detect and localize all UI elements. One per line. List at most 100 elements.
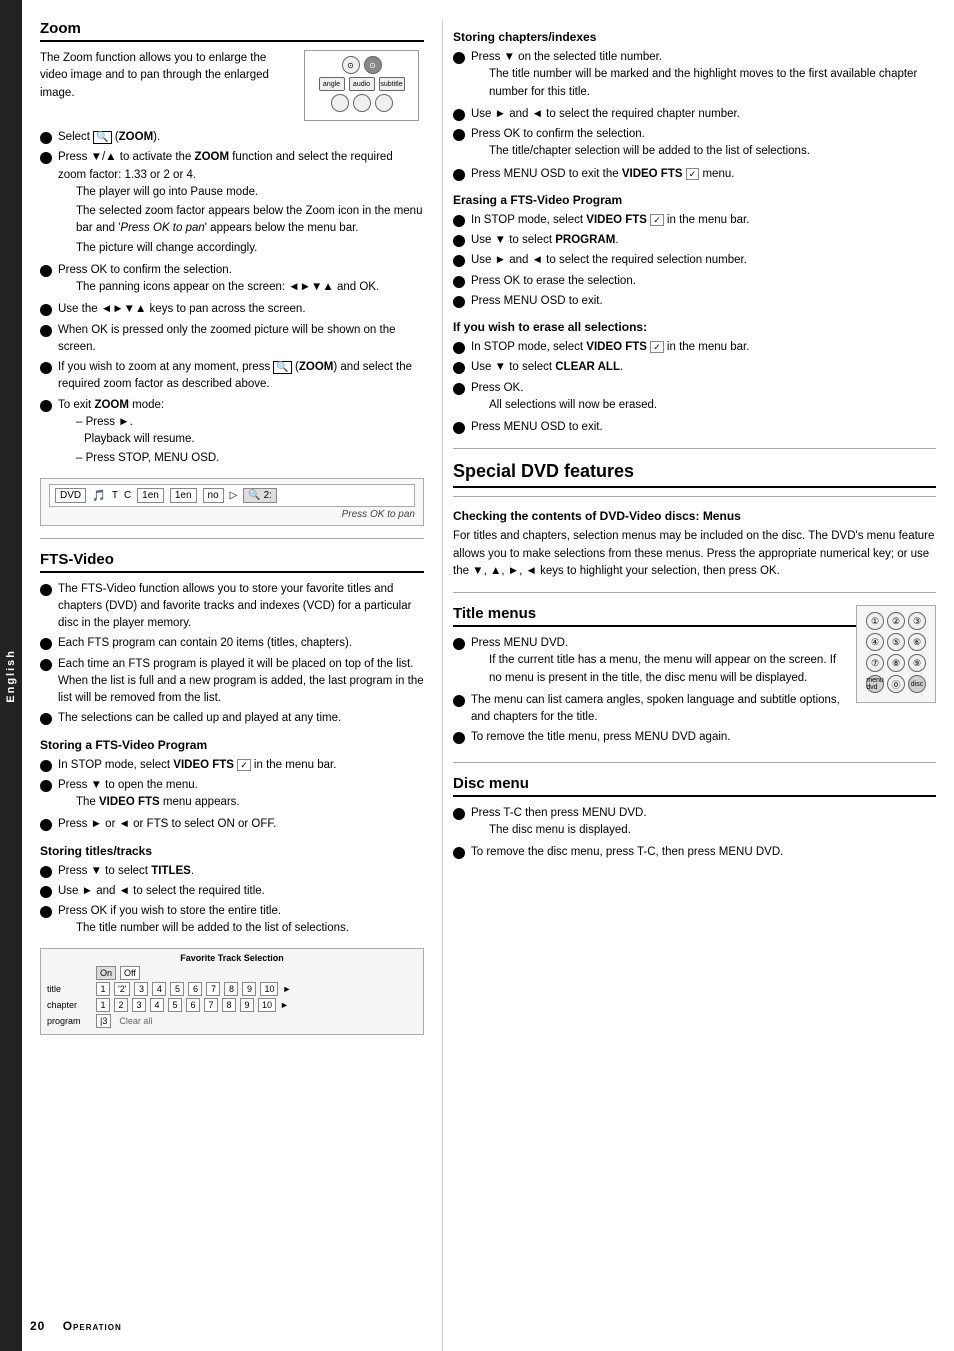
zoom-indent-2: The selected zoom factor appears below t… (58, 203, 424, 238)
fts-t5: 5 (170, 982, 184, 996)
btn-c3 (375, 94, 393, 112)
fts-intro-bullets: The FTS-Video function allows you to sto… (40, 581, 424, 728)
bullet-dot (453, 422, 465, 434)
num-7: ⑦ (866, 654, 884, 672)
fts-t10: 10 (260, 982, 278, 996)
erasing-title: Erasing a FTS-Video Program (453, 193, 936, 207)
zoom-bullet-5-text: When OK is pressed only the zoomed pictu… (58, 322, 424, 357)
num-2: ② (887, 612, 905, 630)
fts-off: Off (120, 966, 140, 980)
ca-bullet-4: Press MENU OSD to exit. (453, 419, 936, 436)
btn-c2 (353, 94, 371, 112)
fts-t6: 6 (188, 982, 202, 996)
fts-c2: 2 (114, 998, 128, 1012)
storing-fts-bullets: In STOP mode, select VIDEO FTS ✓ in the … (40, 757, 424, 834)
fts-row-chapter: chapter 1 2 3 4 5 6 7 8 9 10 ► (47, 998, 417, 1012)
fts-row-program: program |3 Clear all (47, 1014, 417, 1028)
btn-2: ⊙ (364, 56, 382, 74)
bullet-dot (453, 847, 465, 859)
storing-fts-bullet-3: Press ► or ◄ or FTS to select ON or OFF. (40, 816, 424, 833)
remote-row-1: ⊙ ⊙ (310, 56, 413, 74)
tm-bullet-1-text: Press MENU DVD. If the current title has… (471, 635, 846, 689)
num-1: ① (866, 612, 884, 630)
numpad-row-3: ⑦ ⑧ ⑨ (863, 654, 929, 672)
sc-bullet-3: Press OK to confirm the selection. The t… (453, 126, 936, 163)
clear-all-bullets: In STOP mode, select VIDEO FTS ✓ in the … (453, 339, 936, 436)
bullet-dot (40, 152, 52, 164)
bullet-dot (453, 169, 465, 181)
bullet-dot (453, 362, 465, 374)
numpad-row-4: menu dvd ⓪ disc (863, 675, 929, 693)
remote-row-2: angle audio subtitle (310, 77, 413, 91)
sc-bullet-1: Press ▼ on the selected title number. Th… (453, 49, 936, 103)
bullet-dot (453, 732, 465, 744)
zoom-title: Zoom (40, 20, 424, 42)
sc-bullet-4: Press MENU OSD to exit the VIDEO FTS ✓ m… (453, 166, 936, 183)
footer-number: 20 (30, 1319, 45, 1333)
osd-display-box: DVD 🎵 T C 1en 1en no ▷ 🔍 2: Press OK to … (40, 478, 424, 526)
footer-text: Operation (63, 1319, 122, 1333)
fts-arrow-t: ► (282, 984, 291, 994)
zoom-bullet-4-text: Use the ◄►▼▲ keys to pan across the scre… (58, 301, 424, 318)
er-bullet-4: Press OK to erase the selection. (453, 273, 936, 290)
fts-label-chapter: chapter (47, 1000, 92, 1010)
bullet-dot (40, 638, 52, 650)
zoom-bullet-3-text: Press OK to confirm the selection. The p… (58, 262, 424, 299)
ca-bullet-2-text: Use ▼ to select CLEAR ALL. (471, 359, 936, 376)
num-9: ⑨ (908, 654, 926, 672)
title-menus-area: ① ② ③ ④ ⑤ ⑥ ⑦ ⑧ ⑨ menu dvd (453, 605, 936, 750)
fts-arrow-c: ► (280, 1000, 289, 1010)
btn-audio: audio (349, 77, 375, 91)
bullet-dot (453, 235, 465, 247)
dm-bullet-2: To remove the disc menu, press T-C, then… (453, 844, 936, 861)
fts-section: FTS-Video The FTS-Video function allows … (40, 551, 424, 1035)
osd-lang: 1en (137, 488, 164, 503)
osd-sub: 1en (170, 488, 197, 503)
fts-t7: 7 (206, 982, 220, 996)
storing-titles-bullets: Press ▼ to select TITLES. Use ► and ◄ to… (40, 863, 424, 940)
fts-c10: 10 (258, 998, 276, 1012)
disc-menu-title: Disc menu (453, 775, 936, 797)
bullet-dot (40, 304, 52, 316)
bullet-dot (453, 342, 465, 354)
title-menus-divider (453, 592, 936, 593)
clear-all-title: If you wish to erase all selections: (453, 320, 936, 334)
bullet-dot (40, 780, 52, 792)
section-divider-2 (453, 448, 936, 449)
btn-subtitle: subtitle (379, 77, 405, 91)
storing-fts-indent-1: The VIDEO FTS menu appears. (58, 794, 424, 811)
storing-fts-title: Storing a FTS-Video Program (40, 738, 424, 752)
fts-bullet-3: Each time an FTS program is played it wi… (40, 656, 424, 708)
bullet-dot (453, 255, 465, 267)
fts-bullet-2-text: Each FTS program can contain 20 items (t… (58, 635, 424, 652)
special-dvd-divider (453, 496, 936, 497)
bullet-dot (40, 866, 52, 878)
left-column: Zoom ⊙ ⊙ angle audio subtitle (22, 20, 442, 1351)
tm-bullet-1: Press MENU DVD. If the current title has… (453, 635, 846, 689)
zoom-intro-area: ⊙ ⊙ angle audio subtitle (40, 50, 424, 129)
er-bullet-1-text: In STOP mode, select VIDEO FTS ✓ in the … (471, 212, 936, 229)
numpad-box: ① ② ③ ④ ⑤ ⑥ ⑦ ⑧ ⑨ menu dvd (856, 605, 936, 703)
section-divider-1 (40, 538, 424, 539)
storing-fts-bullet-1-text: In STOP mode, select VIDEO FTS ✓ in the … (58, 757, 424, 774)
bullet-dot (453, 52, 465, 64)
osd-zoom-val: 🔍 2: (243, 488, 277, 503)
bullet-dot (453, 276, 465, 288)
zoom-bullet-5: When OK is pressed only the zoomed pictu… (40, 322, 424, 357)
page-footer: 20 Operation (30, 1319, 122, 1333)
fts-clear-all: Clear all (119, 1016, 152, 1026)
dm-bullet-1: Press T-C then press MENU DVD. The disc … (453, 805, 936, 842)
storing-titles-bullet-3: Press OK if you wish to store the entire… (40, 903, 424, 940)
num-5: ⑤ (887, 633, 905, 651)
disc-menu-bullets: Press T-C then press MENU DVD. The disc … (453, 805, 936, 862)
storing-titles-bullet-2: Use ► and ◄ to select the required title… (40, 883, 424, 900)
zoom-bullet-1-text: Select 🔍 (ZOOM). (58, 129, 424, 146)
osd-c: C (124, 490, 131, 501)
fts-c9: 9 (240, 998, 254, 1012)
storing-fts-bullet-3-text: Press ► or ◄ or FTS to select ON or OFF. (58, 816, 424, 833)
bullet-dot (40, 132, 52, 144)
zoom-sub-1: Press ►. Playback will resume. (58, 414, 424, 449)
sc-bullet-4-text: Press MENU OSD to exit the VIDEO FTS ✓ m… (471, 166, 936, 183)
btn-c1 (331, 94, 349, 112)
disc-menu-divider (453, 762, 936, 763)
